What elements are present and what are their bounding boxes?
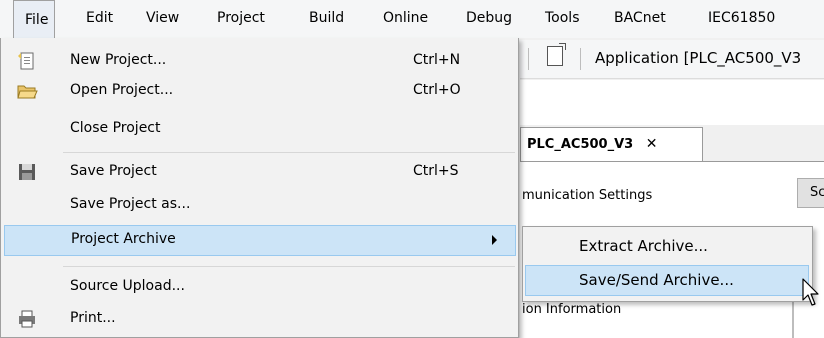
menu-item-project-archive[interactable]: Project Archive: [4, 225, 516, 256]
communication-settings-label[interactable]: munication Settings: [522, 188, 652, 203]
tab-plc-ac500-v3[interactable]: PLC_AC500_V3 ✕: [520, 127, 703, 161]
menu-debug[interactable]: Debug: [466, 10, 512, 26]
mouse-pointer-icon: [802, 278, 819, 306]
menu-item-close-project[interactable]: Close Project: [2, 114, 518, 145]
menu-item-label: Open Project...: [70, 82, 174, 98]
menu-item-label: Extract Archive...: [579, 237, 708, 255]
menu-item-open-project[interactable]: Open Project... Ctrl+O: [2, 76, 518, 107]
scan-network-button[interactable]: Sca: [797, 178, 824, 208]
menu-view[interactable]: View: [146, 10, 179, 26]
menu-item-save-project-as[interactable]: Save Project as...: [2, 190, 518, 221]
new-document-icon[interactable]: [547, 43, 566, 66]
menu-item-save-send-archive[interactable]: Save/Send Archive...: [525, 265, 809, 296]
divider: [792, 302, 794, 338]
save-disk-icon: [19, 164, 35, 180]
menu-online[interactable]: Online: [383, 10, 428, 26]
toolbar-separator: [528, 48, 529, 70]
menu-item-label: New Project...: [70, 52, 167, 68]
menu-item-shortcut: Ctrl+S: [413, 163, 459, 179]
tab-label: PLC_AC500_V3: [527, 137, 634, 152]
menu-item-label: Project Archive: [71, 231, 176, 247]
menu-tools[interactable]: Tools: [545, 10, 580, 26]
menu-item-label: Save Project: [70, 163, 157, 179]
submenu-arrow-icon: [492, 235, 497, 245]
menu-item-extract-archive[interactable]: Extract Archive...: [525, 231, 809, 262]
menu-item-label: Source Upload...: [70, 278, 185, 294]
close-icon[interactable]: ✕: [646, 136, 658, 152]
toolbar-separator: [580, 48, 581, 70]
menu-item-print[interactable]: Print...: [2, 304, 518, 335]
project-archive-submenu: Extract Archive... Save/Send Archive...: [522, 226, 813, 302]
menu-bacnet[interactable]: BACnet: [614, 10, 666, 26]
menu-edit[interactable]: Edit: [86, 10, 113, 26]
menu-iec61850[interactable]: IEC61850: [708, 10, 775, 26]
menu-item-shortcut: Ctrl+O: [413, 82, 461, 98]
information-label[interactable]: ion Information: [522, 302, 621, 317]
menu-item-label: Close Project: [70, 120, 161, 136]
file-menu: New Project... Ctrl+N Open Project... Ct…: [0, 38, 519, 338]
menu-item-source-upload[interactable]: Source Upload...: [2, 272, 518, 303]
menu-item-new-project[interactable]: New Project... Ctrl+N: [2, 46, 518, 77]
menu-item-label: Print...: [70, 310, 116, 326]
new-project-icon: [18, 52, 34, 70]
menu-item-save-project[interactable]: Save Project Ctrl+S: [2, 157, 518, 188]
menu-project[interactable]: Project: [217, 10, 265, 26]
open-folder-icon: [17, 85, 38, 99]
menu-item-label: Save Project as...: [70, 196, 191, 212]
menu-file[interactable]: File: [13, 0, 56, 39]
menu-bar: File Edit View Project Build Online Debu…: [0, 0, 824, 39]
menu-separator: [63, 266, 515, 267]
active-application-title: Application [PLC_AC500_V3: [595, 49, 802, 67]
printer-icon: [19, 310, 35, 328]
menu-item-label: Save/Send Archive...: [579, 271, 734, 289]
menu-separator: [63, 152, 515, 153]
menu-build[interactable]: Build: [309, 10, 344, 26]
menu-item-shortcut: Ctrl+N: [413, 52, 461, 68]
